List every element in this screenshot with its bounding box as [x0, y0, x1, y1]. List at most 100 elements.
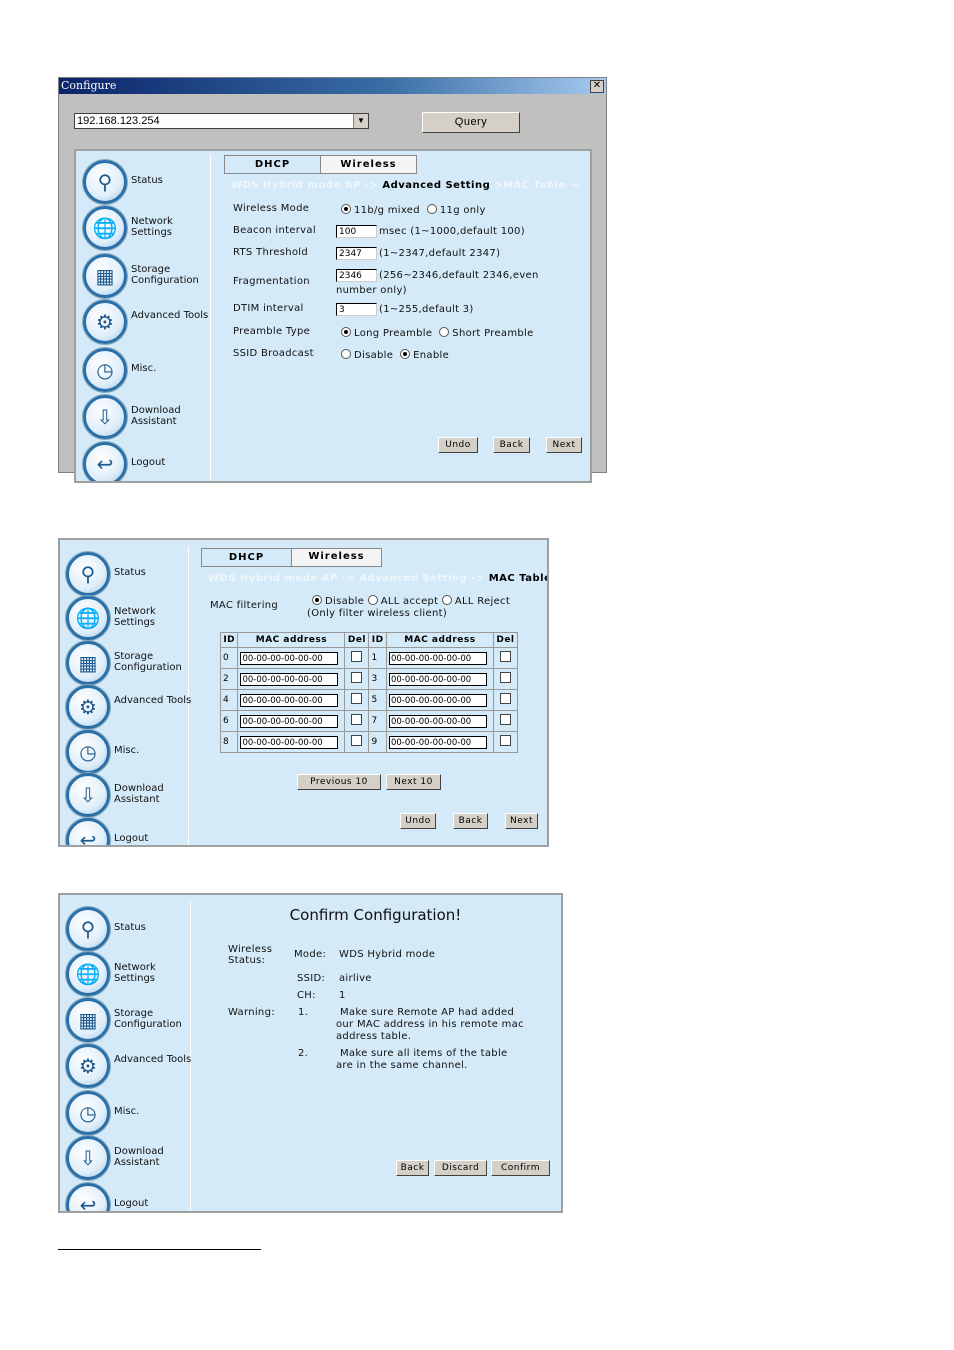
mac-cell: 00-00-00-00-00-00 — [237, 710, 346, 732]
radio-long-preamble[interactable] — [341, 327, 351, 337]
back-button[interactable]: Back — [493, 437, 530, 453]
sidebar-item-status[interactable]: ⚲ Status — [66, 907, 196, 951]
crumb-advanced: Advanced Setting — [382, 180, 491, 191]
sidebar-item-logout[interactable]: ↩ Logout — [66, 1183, 196, 1211]
sidebar-item-advanced-tools[interactable]: ⚙ Advanced Tools — [66, 685, 196, 729]
mac-address-input[interactable]: 00-00-00-00-00-00 — [240, 693, 339, 707]
sidebar-item-download-assistant[interactable]: ⇩ Download Assistant — [66, 773, 196, 817]
delete-checkbox[interactable] — [499, 735, 511, 746]
sidebar-item-misc[interactable]: ◷ Misc. — [83, 348, 213, 392]
column-header: MAC address — [237, 632, 346, 648]
back-button[interactable]: Back — [453, 813, 488, 829]
mac-address-input[interactable]: 00-00-00-00-00-00 — [240, 714, 339, 728]
sidebar-item-logout[interactable]: ↩ Logout — [83, 442, 213, 481]
tab-bar: DHCP Wireless — [224, 155, 417, 174]
preamble-label: Preamble Type — [233, 326, 311, 337]
tab-bar: DHCP Wireless — [201, 548, 382, 567]
mac-address-input[interactable]: 00-00-00-00-00-00 — [240, 651, 339, 665]
sidebar-item-network-settings[interactable]: 🌐 Network Settings — [66, 952, 196, 996]
tab-dhcp[interactable]: DHCP — [202, 549, 292, 566]
gears-icon: ⚙ — [66, 685, 110, 729]
del-cell — [344, 689, 370, 711]
back-button[interactable]: Back — [396, 1160, 429, 1176]
column-header: ID — [219, 632, 239, 648]
sidebar-item-label: Network Settings — [131, 216, 173, 238]
radio-disable[interactable] — [341, 349, 351, 359]
radio-11bg[interactable] — [341, 204, 351, 214]
radio-enable[interactable] — [400, 349, 411, 359]
delete-checkbox[interactable] — [499, 651, 511, 662]
mac-address-input[interactable]: 00-00-00-00-00-00 — [388, 693, 487, 707]
next-button[interactable]: Next — [505, 813, 538, 829]
sidebar-item-download-assistant[interactable]: ⇩ Download Assistant — [66, 1136, 196, 1180]
sidebar-item-label: Logout — [114, 833, 149, 844]
mac-address-input[interactable]: 00-00-00-00-00-00 — [240, 735, 339, 749]
mac-address-input[interactable]: 00-00-00-00-00-00 — [388, 735, 487, 749]
mac-table: ID MAC address Del ID MAC address Del 0 00-00-0… — [219, 632, 519, 753]
sidebar-item-label: Storage Configuration — [131, 264, 199, 286]
sidebar-item-storage-configuration[interactable]: ▦ Storage Configuration — [83, 254, 213, 298]
sidebar-item-label: Logout — [114, 1198, 149, 1209]
next-button[interactable]: Next — [546, 437, 582, 453]
radio-disable[interactable] — [312, 595, 322, 605]
crumb-advanced[interactable]: Advanced Setting -> — [359, 573, 484, 584]
beacon-input[interactable]: 100 — [336, 225, 377, 238]
query-button[interactable]: Query — [422, 112, 520, 133]
discard-button[interactable]: Discard — [434, 1160, 487, 1176]
radio-label: 11g only — [439, 205, 486, 216]
tab-wireless[interactable]: Wireless — [292, 549, 381, 566]
sidebar-item-download-assistant[interactable]: ⇩ Download Assistant — [83, 395, 213, 439]
crumb-wds[interactable]: WDS Hybrid mode AP -> — [231, 180, 378, 191]
undo-button[interactable]: Undo — [400, 813, 436, 829]
sidebar-item-logout[interactable]: ↩ Logout — [66, 818, 196, 845]
radio-short-preamble[interactable] — [439, 327, 450, 337]
sidebar-item-status[interactable]: ⚲ Status — [83, 160, 213, 204]
next-10-button[interactable]: Next 10 — [386, 774, 441, 790]
tab-wireless[interactable]: Wireless — [321, 156, 416, 173]
sidebar-item-misc[interactable]: ◷ Misc. — [66, 1091, 196, 1135]
tab-dhcp[interactable]: DHCP — [225, 156, 321, 173]
download-icon: ⇩ — [66, 773, 110, 817]
sidebar-item-advanced-tools[interactable]: ⚙ Advanced Tools — [83, 300, 213, 344]
close-icon[interactable]: ✕ — [590, 80, 604, 93]
delete-checkbox[interactable] — [499, 672, 511, 683]
delete-checkbox[interactable] — [351, 714, 363, 725]
delete-checkbox[interactable] — [351, 735, 363, 746]
frag-hint: (256~2346,default 2346,even — [379, 270, 539, 281]
confirm-button[interactable]: Confirm — [491, 1160, 550, 1176]
previous-10-button[interactable]: Previous 10 — [297, 774, 381, 790]
crumb-wds[interactable]: WDS Hybrid mode AP -> — [208, 573, 355, 584]
sidebar-item-advanced-tools[interactable]: ⚙ Advanced Tools — [66, 1044, 196, 1088]
rts-label: RTS Threshold — [233, 247, 309, 258]
ip-address-select[interactable]: 192.168.123.254 ▼ — [74, 113, 369, 129]
delete-checkbox[interactable] — [499, 714, 511, 725]
ssid-value: airlive — [339, 973, 372, 984]
crumb-mac-table[interactable]: >MAC Table — — [494, 180, 580, 191]
mac-address-input[interactable]: 00-00-00-00-00-00 — [388, 672, 487, 686]
sidebar-item-storage-configuration[interactable]: ▦ Storage Configuration — [66, 641, 196, 685]
sidebar-item-status[interactable]: ⚲ Status — [66, 552, 196, 596]
sidebar-item-label: Status — [114, 567, 146, 578]
dtim-input[interactable]: 3 — [336, 303, 377, 316]
sidebar-item-misc[interactable]: ◷ Misc. — [66, 730, 196, 774]
del-cell — [344, 668, 370, 690]
frag-input[interactable]: 2346 — [336, 269, 377, 282]
radio-11g[interactable] — [426, 204, 437, 214]
delete-checkbox[interactable] — [351, 672, 363, 683]
mac-address-input[interactable]: 00-00-00-00-00-00 — [388, 651, 487, 665]
chevron-down-icon[interactable]: ▼ — [353, 114, 368, 128]
sidebar-item-network-settings[interactable]: 🌐 Network Settings — [83, 206, 213, 250]
delete-checkbox[interactable] — [351, 651, 363, 662]
sidebar-item-network-settings[interactable]: 🌐 Network Settings — [66, 596, 196, 640]
column-header: ID — [368, 632, 387, 648]
undo-button[interactable]: Undo — [438, 437, 478, 453]
radio-all-accept[interactable] — [367, 595, 378, 605]
delete-checkbox[interactable] — [499, 693, 511, 704]
mac-address-input[interactable]: 00-00-00-00-00-00 — [240, 672, 339, 686]
rts-input[interactable]: 2347 — [336, 247, 377, 260]
delete-checkbox[interactable] — [351, 693, 363, 704]
mac-address-input[interactable]: 00-00-00-00-00-00 — [388, 714, 487, 728]
sidebar-item-storage-configuration[interactable]: ▦ Storage Configuration — [66, 998, 196, 1042]
settings-frame: ⚲ Status 🌐 Network Settings ▦ Storage Configu… — [74, 149, 592, 483]
radio-all-reject[interactable] — [441, 595, 452, 605]
